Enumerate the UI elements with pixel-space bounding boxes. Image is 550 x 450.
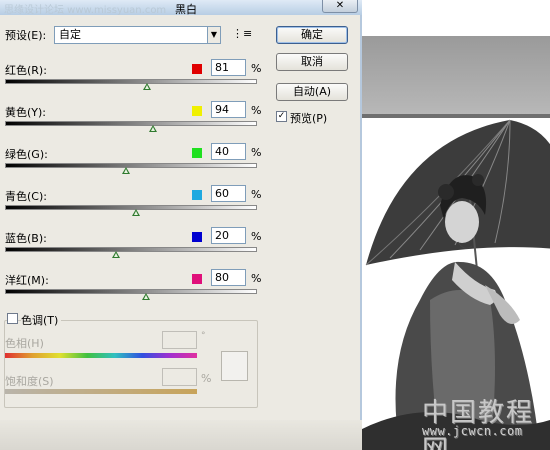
dialog-title: 黑白 — [175, 3, 197, 16]
channel-color-swatch — [192, 64, 202, 74]
chevron-down-icon[interactable]: ▼ — [207, 27, 220, 43]
channel-slider-thumb[interactable] — [111, 251, 120, 258]
tint-color-swatch[interactable] — [221, 351, 248, 381]
hue-degree-unit: ° — [201, 331, 206, 341]
channel-value-input[interactable]: 80 — [211, 269, 246, 286]
channel-color-swatch — [192, 274, 202, 284]
channel-color-swatch — [192, 106, 202, 116]
watermark-url: www.jcwcn.com — [422, 424, 523, 438]
channel-slider-track[interactable] — [5, 205, 257, 210]
channel-color-swatch — [192, 148, 202, 158]
channel-value-input[interactable]: 20 — [211, 227, 246, 244]
channel-label: 洋红(M): — [5, 274, 49, 287]
channel-percent-unit: % — [251, 104, 262, 117]
saturation-percent-unit: % — [201, 372, 212, 385]
close-icon: ✕ — [335, 0, 345, 11]
channel-slider-track[interactable] — [5, 163, 257, 168]
channel-label: 红色(R): — [5, 64, 47, 77]
channel-label: 黄色(Y): — [5, 106, 47, 119]
channel-slider-track[interactable] — [5, 247, 257, 252]
preset-options-icon[interactable]: ⋮≡ — [232, 28, 252, 40]
ok-button[interactable]: 确定 — [276, 26, 348, 44]
preset-dropdown[interactable]: 自定 ▼ — [54, 26, 221, 44]
channel-slider-thumb[interactable] — [149, 125, 158, 132]
watermark-top: 思缘设计论坛 www.missyuan.com — [4, 5, 167, 16]
channel-value-input[interactable]: 94 — [211, 101, 246, 118]
saturation-label: 饱和度(S) — [5, 375, 54, 388]
channel-slider-track[interactable] — [5, 289, 257, 294]
channel-slider-thumb[interactable] — [142, 293, 151, 300]
channel-percent-unit: % — [251, 146, 262, 159]
channel-percent-unit: % — [251, 62, 262, 75]
auto-button[interactable]: 自动(A) — [276, 83, 348, 101]
black-white-dialog: 黑白 ✕ 预设(E): 自定 ▼ ⋮≡ 确定 取消 自动(A) ✓ 预览(P) … — [0, 0, 362, 450]
canvas-image-area — [360, 0, 550, 450]
channel-label: 绿色(G): — [5, 148, 48, 161]
tint-label: 色调(T) — [21, 312, 62, 328]
channel-color-swatch — [192, 232, 202, 242]
hue-label: 色相(H) — [5, 337, 44, 350]
channel-value-input[interactable]: 40 — [211, 143, 246, 160]
channel-slider-thumb[interactable] — [132, 209, 141, 216]
preview-checkbox[interactable]: ✓ — [276, 111, 287, 122]
preset-value: 自定 — [59, 28, 81, 41]
channel-slider-track[interactable] — [5, 121, 257, 126]
preview-label: 预览(P) — [290, 112, 328, 125]
hue-spectrum-bar[interactable] — [5, 353, 197, 358]
channel-value-input[interactable]: 81 — [211, 59, 246, 76]
close-button[interactable]: ✕ — [322, 0, 358, 13]
preset-label: 预设(E): — [5, 29, 47, 42]
dialog-bottom-area — [0, 420, 362, 450]
channel-percent-unit: % — [251, 230, 262, 243]
channel-label: 蓝色(B): — [5, 232, 47, 245]
tint-checkbox[interactable] — [7, 313, 18, 324]
channel-percent-unit: % — [251, 272, 262, 285]
cancel-button[interactable]: 取消 — [276, 53, 348, 71]
saturation-input[interactable] — [162, 368, 197, 386]
watermark-site-name: 中国教程网 — [422, 398, 535, 450]
channel-color-swatch — [192, 190, 202, 200]
channel-label: 青色(C): — [5, 190, 47, 203]
saturation-bar[interactable] — [5, 389, 197, 394]
channel-percent-unit: % — [251, 188, 262, 201]
tint-group — [4, 320, 258, 408]
channel-slider-track[interactable] — [5, 79, 257, 84]
woman-with-umbrella-photo — [360, 119, 550, 450]
hue-input[interactable] — [162, 331, 197, 349]
channel-value-input[interactable]: 60 — [211, 185, 246, 202]
channel-slider-thumb[interactable] — [142, 83, 151, 90]
channel-slider-thumb[interactable] — [121, 167, 130, 174]
